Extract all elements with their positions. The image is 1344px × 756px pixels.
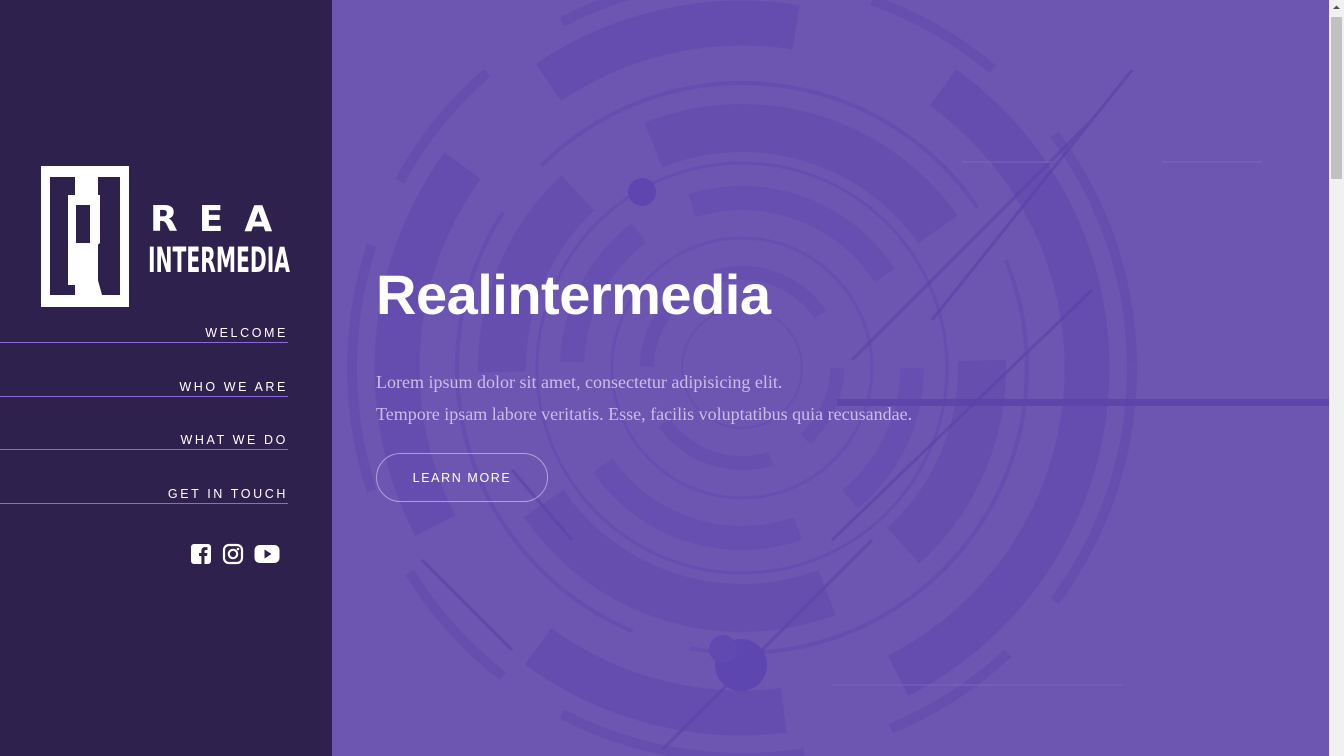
brand-top-text: REAL bbox=[150, 199, 292, 240]
sidebar: REAL INTERMEDIA WELCOME WHO WE ARE WHAT … bbox=[0, 0, 332, 756]
nav-item-label: GET IN TOUCH bbox=[167, 486, 288, 501]
social-links bbox=[190, 543, 280, 570]
hero-description-line-1: Lorem ipsum dolor sit amet, consectetur … bbox=[376, 372, 783, 392]
nav-item-who-we-are[interactable]: WHO WE ARE bbox=[0, 343, 288, 397]
scroll-up-arrow-icon[interactable] bbox=[1329, 0, 1344, 15]
facebook-link[interactable] bbox=[190, 543, 212, 570]
page-scrollbar[interactable] bbox=[1329, 0, 1344, 756]
brand-monogram-icon: REAL INTERMEDIA bbox=[41, 166, 316, 307]
nav-item-label: WHAT WE DO bbox=[180, 433, 288, 447]
hero-title: Realintermedia bbox=[376, 263, 771, 326]
nav-item-label: WELCOME bbox=[205, 326, 288, 340]
nav-item-welcome[interactable]: WELCOME bbox=[0, 320, 288, 343]
youtube-icon bbox=[254, 545, 280, 563]
main-nav: WELCOME WHO WE ARE WHAT WE DO GET IN TOU… bbox=[0, 320, 288, 504]
learn-more-button[interactable]: LEARN MORE bbox=[376, 453, 548, 502]
instagram-icon bbox=[222, 543, 244, 565]
hero-description-line-2: Tempore ipsam labore veritatis. Esse, fa… bbox=[376, 404, 913, 424]
nav-item-get-in-touch[interactable]: GET IN TOUCH bbox=[0, 450, 288, 504]
nav-item-what-we-do[interactable]: WHAT WE DO bbox=[0, 397, 288, 450]
youtube-link[interactable] bbox=[254, 544, 280, 569]
scrollbar-thumb[interactable] bbox=[1331, 17, 1342, 179]
hero-description: Lorem ipsum dolor sit amet, consectetur … bbox=[376, 366, 912, 430]
hero-section: Realintermedia Lorem ipsum dolor sit ame… bbox=[332, 0, 1329, 756]
instagram-link[interactable] bbox=[222, 543, 244, 570]
brand-bottom-text: INTERMEDIA bbox=[148, 241, 290, 281]
brand-logo[interactable]: REAL INTERMEDIA bbox=[40, 165, 316, 308]
facebook-icon bbox=[191, 544, 211, 564]
nav-item-label: WHO WE ARE bbox=[179, 379, 288, 394]
